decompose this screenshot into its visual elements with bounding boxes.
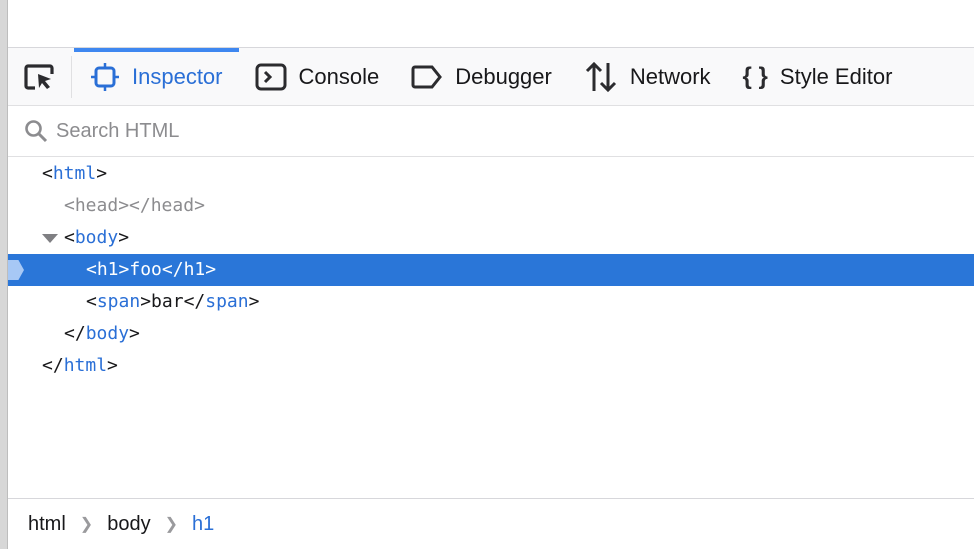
- inspector-icon: [91, 62, 119, 91]
- chevron-right-icon: ❯: [164, 516, 178, 533]
- tab-label: Console: [298, 63, 380, 89]
- tab-label: Debugger: [455, 63, 552, 89]
- tag-name: head: [150, 195, 195, 216]
- breadcrumb-body[interactable]: body: [107, 513, 150, 536]
- node-body-close[interactable]: </body>: [8, 318, 974, 350]
- tab-style-editor[interactable]: { } Style Editor: [727, 48, 909, 105]
- tab-console[interactable]: Console: [239, 48, 396, 105]
- selection-marker-icon: [8, 260, 24, 280]
- tag-name: head: [74, 195, 119, 216]
- tag-name: html: [63, 355, 108, 376]
- debugger-icon: [411, 65, 443, 88]
- devtools-toolbar: Inspector Console Debugger Network { } S…: [8, 48, 974, 106]
- node-html-close[interactable]: </html>: [8, 350, 974, 382]
- devtools: Inspector Console Debugger Network { } S…: [8, 0, 974, 549]
- network-icon: [585, 61, 616, 92]
- collapse-arrow-icon[interactable]: [42, 234, 58, 243]
- chevron-right-icon: ❯: [79, 516, 94, 533]
- tag-name: span: [205, 291, 249, 312]
- tag-name: h1: [96, 259, 119, 280]
- text-content: foo: [129, 259, 162, 280]
- breadcrumb: html ❯ body ❯ h1: [8, 498, 974, 549]
- search-input[interactable]: Search HTML: [56, 120, 179, 143]
- tab-label: Inspector: [132, 63, 223, 89]
- element-picker-button[interactable]: [8, 55, 72, 98]
- tab-label: Network: [629, 63, 711, 89]
- element-picker-icon: [23, 63, 54, 90]
- tab-debugger[interactable]: Debugger: [395, 48, 568, 105]
- search-html-bar[interactable]: Search HTML: [8, 106, 974, 157]
- node-head[interactable]: <head></head>: [8, 190, 974, 222]
- style-editor-icon: { }: [742, 62, 768, 90]
- tag-name: body: [85, 323, 130, 344]
- node-span[interactable]: <span>bar</span>: [8, 286, 974, 318]
- breadcrumb-h1[interactable]: h1: [192, 513, 214, 536]
- tab-inspector[interactable]: Inspector: [74, 48, 239, 105]
- text-content: bar: [151, 291, 184, 312]
- page-viewport: [8, 0, 974, 48]
- breadcrumb-html[interactable]: html: [28, 513, 66, 536]
- markup-view: <html> <head></head> <body> <h1>foo</h1>…: [8, 157, 974, 382]
- window-edge: [0, 0, 8, 549]
- node-body-open[interactable]: <body>: [8, 222, 974, 254]
- tab-label: Style Editor: [779, 63, 893, 89]
- tag-name: html: [52, 163, 97, 184]
- tag-name: h1: [183, 259, 206, 280]
- search-icon: [25, 120, 48, 143]
- node-html-open[interactable]: <html>: [8, 158, 974, 190]
- console-icon: [255, 63, 286, 90]
- tag-name: body: [74, 227, 119, 248]
- tab-network[interactable]: Network: [568, 48, 727, 105]
- tag-name: span: [96, 291, 141, 312]
- node-h1-selected[interactable]: <h1>foo</h1>: [8, 254, 974, 286]
